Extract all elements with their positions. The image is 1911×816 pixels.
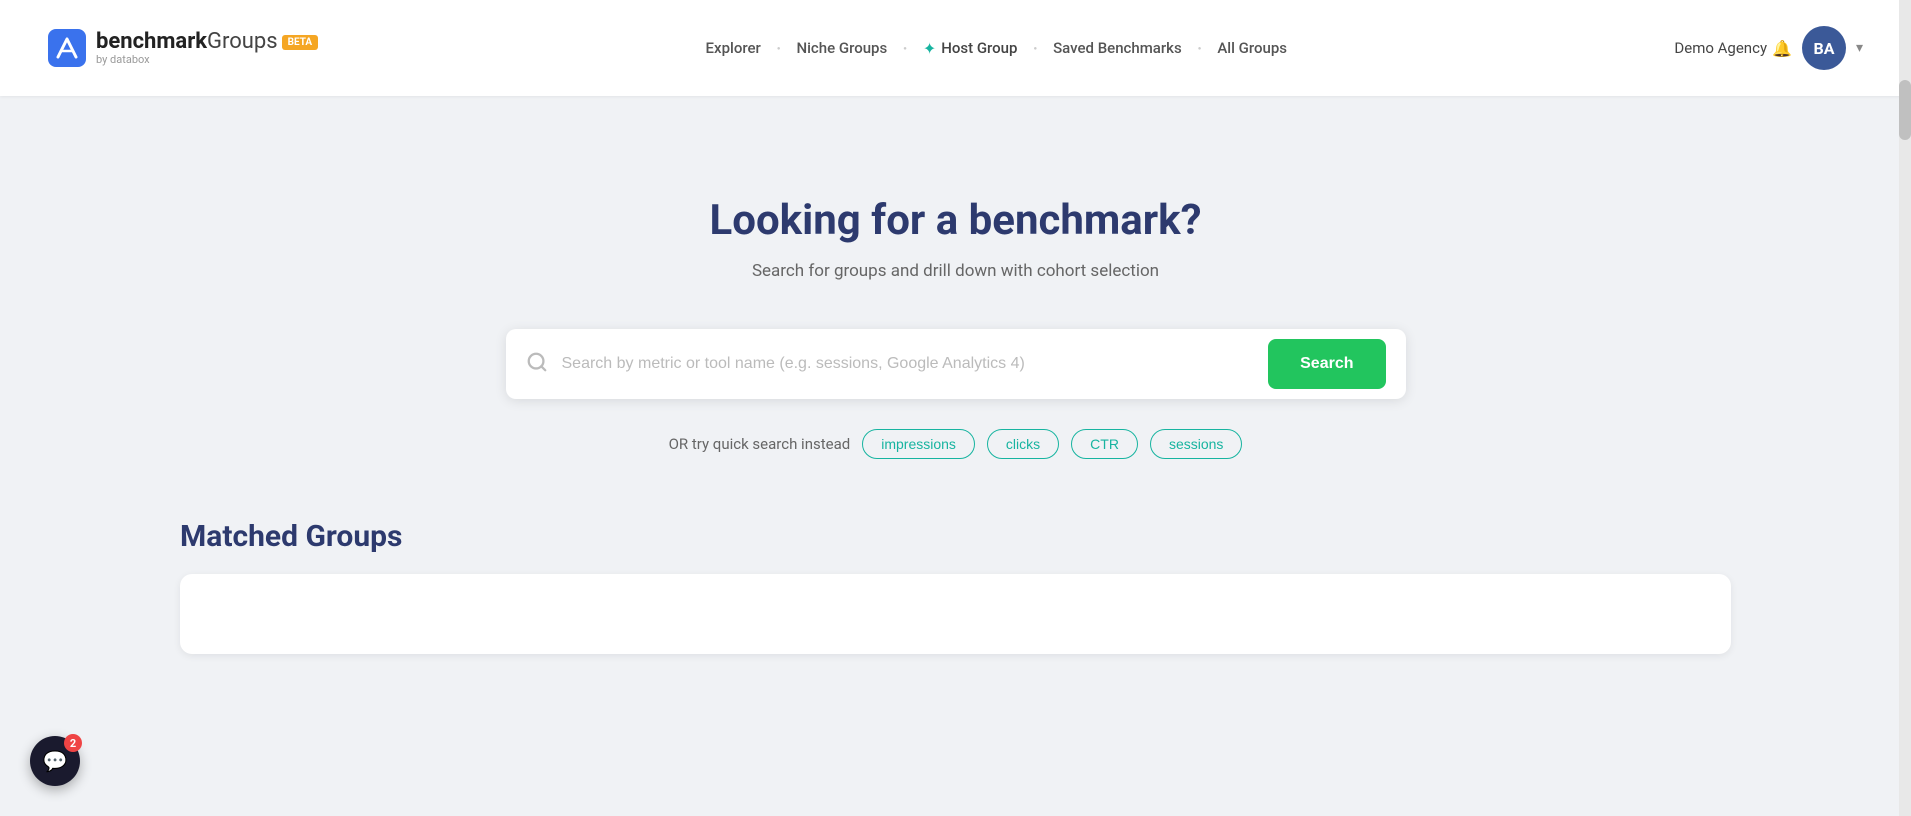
matched-groups-title: Matched Groups — [180, 519, 1731, 554]
nav-item-explorer[interactable]: Explorer — [696, 33, 771, 63]
search-input[interactable] — [562, 355, 1269, 373]
nav-dot-4: ● — [1198, 45, 1202, 52]
quick-tag-impressions[interactable]: impressions — [862, 429, 975, 459]
chat-badge: 2 — [64, 734, 82, 752]
quick-tag-ctr[interactable]: CTR — [1071, 429, 1138, 459]
avatar[interactable]: BA — [1802, 26, 1846, 70]
chat-icon: 💬 — [43, 749, 68, 773]
logo-brand: benchmarkGroupsBETA — [96, 30, 318, 54]
search-button[interactable]: Search — [1268, 339, 1385, 389]
matched-groups-card-preview — [180, 574, 1731, 654]
hero-title: Looking for a benchmark? — [710, 196, 1202, 245]
search-icon — [526, 351, 548, 378]
nav-item-niche-groups[interactable]: Niche Groups — [786, 33, 897, 63]
notification-icon[interactable]: 🔔 — [1772, 39, 1792, 58]
nav-dot-1: ● — [777, 45, 781, 52]
nav-item-saved-benchmarks[interactable]: Saved Benchmarks — [1043, 33, 1192, 63]
quick-search-area: OR try quick search instead impressions … — [669, 429, 1243, 459]
header: benchmarkGroupsBETA by databox Explorer … — [0, 0, 1911, 96]
nav-item-all-groups[interactable]: All Groups — [1207, 33, 1297, 63]
nav-dot-3: ● — [1033, 45, 1037, 52]
quick-tag-clicks[interactable]: clicks — [987, 429, 1059, 459]
logo-by: by databox — [96, 54, 318, 66]
sparkle-icon: ✦ — [923, 39, 936, 58]
quick-search-label: OR try quick search instead — [669, 435, 851, 453]
nav-dot-2: ● — [903, 45, 907, 52]
logo-text: benchmarkGroupsBETA by databox — [96, 30, 318, 66]
main-content: Looking for a benchmark? Search for grou… — [0, 96, 1911, 654]
logo-area: benchmarkGroupsBETA by databox — [48, 29, 318, 67]
scrollbar[interactable] — [1899, 0, 1911, 816]
chevron-down-icon[interactable]: ▾ — [1856, 40, 1863, 56]
user-area: Demo Agency 🔔 BA ▾ — [1674, 26, 1863, 70]
user-name: Demo Agency 🔔 — [1674, 39, 1792, 58]
beta-badge: BETA — [282, 35, 319, 50]
scrollbar-thumb[interactable] — [1899, 80, 1911, 140]
logo-icon — [48, 29, 86, 67]
quick-tag-sessions[interactable]: sessions — [1150, 429, 1242, 459]
chat-widget[interactable]: 💬 2 — [30, 736, 80, 786]
nav-item-host-group[interactable]: ✦ Host Group — [913, 33, 1028, 64]
hero-subtitle: Search for groups and drill down with co… — [752, 261, 1159, 281]
nav-links: Explorer ● Niche Groups ● ✦ Host Group ●… — [696, 33, 1297, 64]
matched-groups-section: Matched Groups — [0, 519, 1911, 654]
search-bar-container: Search — [506, 329, 1406, 399]
